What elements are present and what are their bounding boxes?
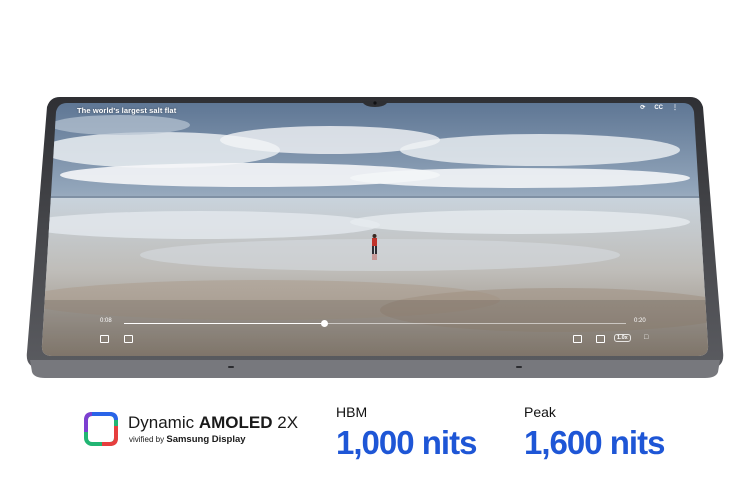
hbm-label: HBM: [336, 404, 368, 420]
hbm-value: 1,000 nits: [336, 424, 477, 461]
playback-speed-button[interactable]: 1.0x: [614, 334, 631, 342]
seek-bar-fill: [124, 323, 325, 324]
amoled-logo-icon: [84, 412, 118, 446]
brand-subtitle-prefix: vivified by: [129, 435, 167, 444]
brand-title-suffix: 2X: [272, 413, 299, 432]
tablet-device: The world's largest salt flat ⟳ CC ⋮ 0:0…: [0, 0, 750, 380]
peak-label: Peak: [524, 404, 556, 420]
top-controls: ⟳ CC ⋮: [640, 104, 678, 112]
more-icon[interactable]: ⋮: [672, 104, 678, 111]
tablet-edge: [30, 360, 720, 378]
subtitle-icon[interactable]: [124, 335, 133, 343]
brand-subtitle: vivified by Samsung Display: [129, 434, 246, 445]
current-time: 0:08: [100, 318, 112, 324]
brand-title-regular: Dynamic: [128, 413, 199, 432]
screenshot-icon[interactable]: [100, 335, 109, 343]
duration: 0:20: [634, 318, 646, 324]
video-title: The world's largest salt flat: [77, 106, 177, 115]
peak-value: 1,600 nits: [524, 424, 665, 461]
speaker-grille: [228, 366, 234, 368]
speaker-grille: [516, 366, 522, 368]
cc-button[interactable]: CC: [654, 105, 663, 111]
lock-icon[interactable]: □: [644, 333, 648, 343]
cast-icon[interactable]: [596, 335, 605, 343]
video-frame: [41, 103, 709, 356]
rotate-icon[interactable]: ⟳: [640, 104, 645, 111]
brand-title: Dynamic AMOLED 2X: [128, 413, 298, 433]
brand-subtitle-bold: Samsung Display: [166, 434, 246, 445]
brand-title-bold: AMOLED: [198, 413, 273, 432]
pip-icon[interactable]: [573, 335, 582, 343]
seek-bar[interactable]: [124, 320, 626, 327]
front-camera: [373, 101, 377, 105]
